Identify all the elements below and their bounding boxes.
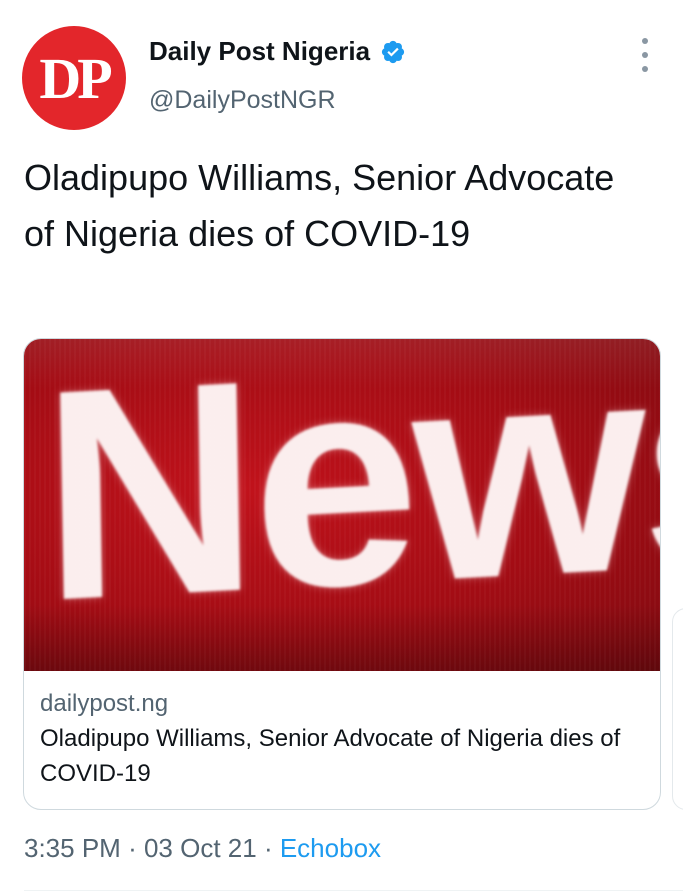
link-card[interactable]: News dailypost.ng Oladipupo Williams, Se… [23, 338, 661, 810]
card-domain: dailypost.ng [40, 690, 169, 717]
more-dot [642, 52, 648, 58]
avatar-initials: DP [39, 45, 112, 111]
card-title: Oladipupo Williams, Senior Advocate of N… [40, 725, 621, 787]
more-dot [642, 66, 648, 72]
partial-adjacent-card [672, 608, 683, 810]
tweet-text: Oladipupo Williams, Senior Advocate of N… [24, 157, 615, 254]
tweet-date[interactable]: 03 Oct 21 [144, 833, 257, 863]
author-avatar[interactable]: DP [22, 26, 126, 130]
card-image[interactable]: News [24, 339, 660, 671]
author-display-name[interactable]: Daily Post Nigeria [149, 36, 370, 67]
tweet-time[interactable]: 3:35 PM [24, 833, 121, 863]
card-body[interactable]: dailypost.ng Oladipupo Williams, Senior … [24, 671, 660, 791]
meta-separator: · [128, 833, 137, 863]
more-dot [642, 38, 648, 44]
author-name-row: Daily Post Nigeria [149, 36, 406, 67]
tweet-source-link[interactable]: Echobox [280, 833, 381, 863]
author-handle[interactable]: @DailyPostNGR [149, 86, 336, 115]
meta-separator: · [263, 833, 273, 863]
more-options-icon[interactable] [636, 38, 654, 72]
divider [24, 890, 683, 891]
verified-badge-icon [381, 40, 405, 63]
card-image-news-text: News [39, 339, 660, 665]
tweet-metadata: 3:35 PM · 03 Oct 21 · Echobox [24, 833, 381, 864]
